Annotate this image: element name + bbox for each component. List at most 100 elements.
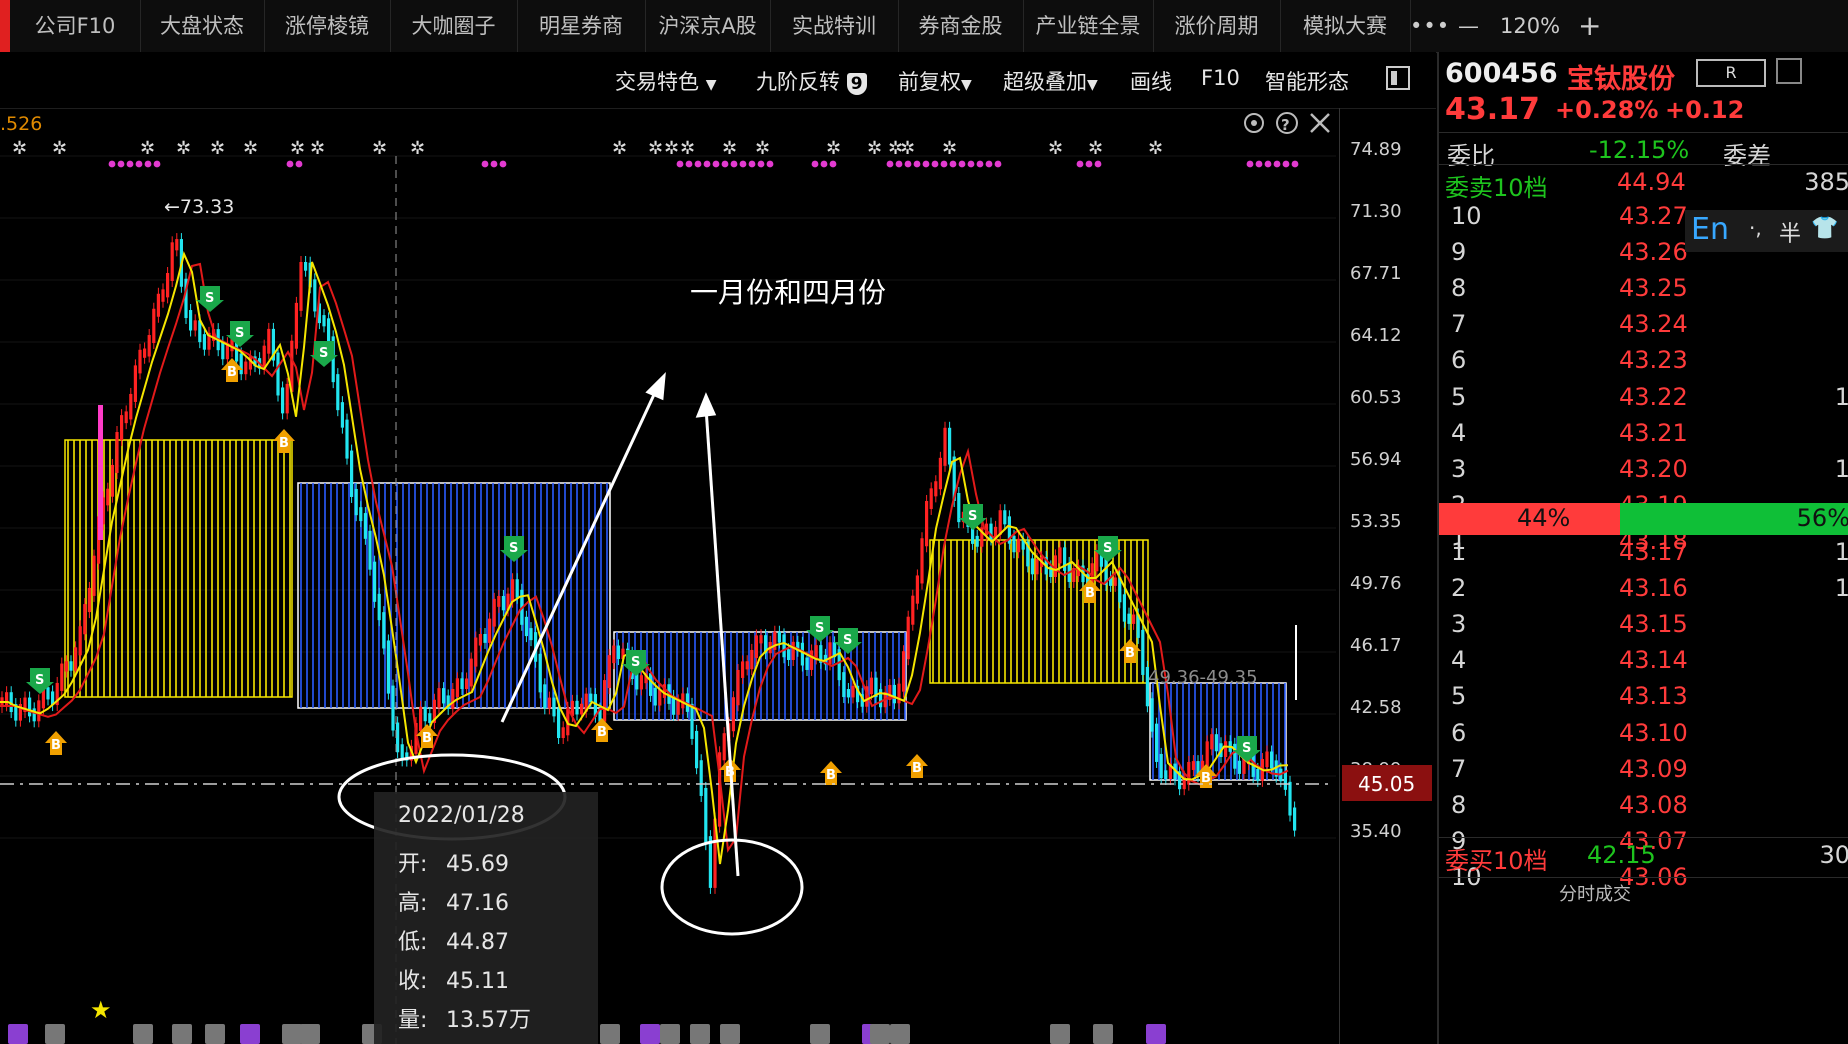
signal-letter: S (968, 509, 977, 524)
white-star-dot: ✲ (243, 138, 258, 159)
candle-body (846, 689, 850, 698)
magenta-dot (153, 160, 161, 168)
current-price: 43.17 (1445, 92, 1540, 127)
candle-body (1214, 734, 1218, 752)
bid-row[interactable]: 2 43.16 1 (1439, 574, 1848, 610)
candle-body (437, 688, 441, 708)
nav-tab-6[interactable]: 沪深京A股 (645, 0, 771, 52)
current-price-tag: 45.05 (1342, 765, 1432, 801)
magenta-dot (1076, 160, 1084, 168)
candle-body (1283, 773, 1287, 790)
magenta-dot (1273, 160, 1281, 168)
candle-body (46, 687, 50, 700)
overlay-dropdown[interactable]: 超级叠加▼ (1003, 66, 1098, 96)
notification-bell-icon[interactable] (1776, 58, 1802, 84)
nav-tab-10[interactable]: 涨价周期 (1153, 0, 1281, 52)
nav-tab-3[interactable]: 涨停棱镜 (264, 0, 391, 52)
magenta-dot (144, 160, 152, 168)
candle-body (340, 402, 344, 428)
ime-language-label[interactable]: En (1691, 212, 1729, 247)
white-star-dot: ✲ (722, 138, 737, 159)
magenta-dot (949, 160, 957, 168)
ask-row[interactable]: 6 43.23 (1439, 346, 1848, 382)
zoom-level[interactable]: 120% (1500, 0, 1560, 52)
signal-letter: B (422, 731, 432, 746)
ask-row[interactable]: 7 43.24 (1439, 310, 1848, 346)
magenta-dot (694, 160, 702, 168)
nav-tab-4[interactable]: 大咖圈子 (390, 0, 518, 52)
more-icon[interactable]: ••• (1410, 0, 1450, 52)
candle-body (925, 500, 929, 547)
app-logo-mark[interactable] (0, 0, 10, 52)
ask-row[interactable]: 8 43.25 (1439, 274, 1848, 310)
nav-tab-5[interactable]: 明星券商 (517, 0, 646, 52)
nav-tab-2[interactable]: 大盘状态 (140, 0, 265, 52)
candle-body (115, 432, 119, 473)
kline-chart[interactable]: B B BB B BBBBBBSSSSSSSSSSS ✲ ✲ ✲ ✲ ✲ ✲ ✲ ✲ ✲ ✲ ✲ ✲ ✲ ✲ ✲ ✲ ✲… (0, 108, 1436, 1044)
candle-body (699, 760, 703, 796)
candle-body (377, 593, 381, 621)
magenta-dot (286, 160, 294, 168)
shirt-icon[interactable]: 👕 (1811, 216, 1838, 241)
candle-body (175, 239, 179, 251)
ime-punct-label[interactable]: ·, (1749, 216, 1762, 240)
layout-toggle-icon[interactable] (1386, 66, 1410, 90)
bid-row[interactable]: 6 43.10 (1439, 719, 1848, 755)
nine-reversal-label: 九阶反转 (756, 70, 840, 94)
candle-body (998, 510, 1002, 535)
candle-body (938, 457, 942, 490)
candle-body (442, 688, 446, 704)
nav-tab-11[interactable]: 模拟大赛 (1280, 0, 1411, 52)
bid-row[interactable]: 3 43.15 (1439, 610, 1848, 646)
signal-letter: S (35, 673, 44, 688)
candle-body (759, 635, 763, 644)
candle-body (754, 635, 758, 658)
minimize-button[interactable]: — (1458, 0, 1479, 52)
bid-row[interactable]: 1 43.17 1 (1439, 538, 1848, 574)
signal-letter: S (631, 655, 640, 670)
nav-tab-9[interactable]: 产业链全景 (1023, 0, 1154, 52)
tooltip-volume-label: 量: (398, 1008, 427, 1033)
candle-body (511, 579, 515, 602)
candle-body (934, 481, 938, 497)
r-badge[interactable]: R (1696, 59, 1766, 87)
ask-level: 3 (1451, 454, 1467, 483)
ask-row[interactable]: 3 43.20 1 (1439, 455, 1848, 491)
y-tick-label: 35.40 (1350, 821, 1402, 842)
candle-body (580, 703, 584, 715)
draw-line-button[interactable]: 画线 (1130, 66, 1172, 96)
ask-row[interactable]: 5 43.22 1 (1439, 383, 1848, 419)
candle-body (299, 262, 303, 311)
ime-toolbar[interactable]: En ·, 半 👕 (1685, 210, 1848, 252)
bid-level: 1 (1451, 538, 1467, 566)
bid-row[interactable]: 5 43.13 (1439, 682, 1848, 718)
add-tab-button[interactable]: + (1578, 0, 1601, 52)
ask-level: 5 (1451, 382, 1467, 411)
bid-price: 43.15 (1619, 610, 1688, 639)
close-icon[interactable] (1310, 113, 1330, 133)
y-tick-label: 53.35 (1350, 511, 1402, 532)
tooltip-volume: 13.57万 (446, 1008, 531, 1033)
white-star-dot: ✲ (410, 138, 425, 159)
trade-features-dropdown[interactable]: 交易特色 ▼ (615, 66, 716, 96)
nine-reversal-button[interactable]: 九阶反转 9 (756, 66, 867, 96)
f10-button[interactable]: F10 (1201, 66, 1240, 90)
bid-row[interactable]: 8 43.08 (1439, 791, 1848, 827)
nav-tab-7[interactable]: 实战特训 (770, 0, 899, 52)
adjust-dropdown[interactable]: 前复权▼ (898, 66, 972, 96)
candle-body (1095, 550, 1099, 572)
sell-header-label: 委卖10档 (1445, 174, 1548, 202)
ask-row[interactable]: 4 43.21 (1439, 419, 1848, 455)
ticks-tab[interactable]: 分时成交 (1559, 880, 1631, 906)
smart-pattern-button[interactable]: 智能形态 (1265, 66, 1349, 96)
bid-row[interactable]: 7 43.09 (1439, 755, 1848, 791)
signal-letter: S (205, 291, 214, 306)
bid-row[interactable]: 4 43.14 (1439, 646, 1848, 682)
svg-text:?: ? (1281, 116, 1290, 134)
white-star-dot: ✲ (52, 138, 67, 159)
white-star-dot: ✲ (176, 138, 191, 159)
candle-body (736, 669, 740, 706)
nav-tab-1[interactable]: 公司F10 (10, 0, 141, 52)
ime-halfwidth-label[interactable]: 半 (1779, 216, 1801, 248)
nav-tab-8[interactable]: 券商金股 (898, 0, 1024, 52)
